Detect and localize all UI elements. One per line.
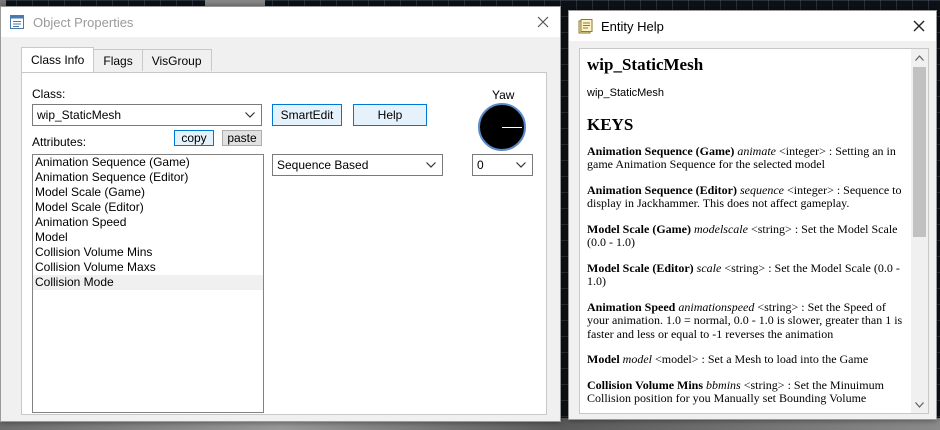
entry-type: <string> bbox=[743, 377, 785, 392]
entry-key: model bbox=[622, 352, 652, 366]
list-item[interactable]: Collision Volume Mins bbox=[33, 245, 263, 260]
help-document-pane[interactable]: wip_StaticMesh wip_StaticMesh KEYS Anima… bbox=[579, 48, 929, 414]
attribute-value-dropdown[interactable]: Sequence Based bbox=[272, 154, 443, 176]
object-properties-titlebar[interactable]: Object Properties bbox=[1, 7, 560, 37]
yaw-value: 0 bbox=[477, 158, 484, 172]
entry-name: Animation Speed bbox=[587, 299, 676, 314]
help-subheading: wip_StaticMesh bbox=[587, 87, 665, 99]
chevron-down-icon bbox=[425, 160, 437, 170]
list-item[interactable]: Collision Volume Maxs bbox=[33, 260, 263, 275]
entry-type: <string> bbox=[757, 299, 799, 314]
window-title: Entity Help bbox=[601, 18, 664, 34]
entry-name: Model bbox=[587, 352, 620, 366]
help-entry: Model model <model> : Set a Mesh to load… bbox=[587, 352, 905, 367]
entry-key: scale bbox=[696, 260, 722, 275]
yaw-label: Yaw bbox=[492, 88, 515, 102]
entry-name: Collision Volume Mins bbox=[587, 377, 704, 392]
help-entry: Model Scale (Game) modelscale <string> :… bbox=[587, 221, 905, 250]
help-entry: Animation Sequence (Editor) sequence <in… bbox=[587, 182, 905, 211]
entry-type: <string> bbox=[724, 260, 766, 275]
help-button[interactable]: Help bbox=[353, 104, 427, 126]
entry-key: sequence bbox=[740, 182, 784, 197]
paste-button[interactable]: paste bbox=[222, 130, 262, 146]
entity-help-window: Entity Help wip_StaticMesh wip_StaticMes… bbox=[568, 10, 937, 420]
entry-key: modelscale bbox=[693, 221, 748, 236]
tab-class-info[interactable]: Class Info bbox=[21, 47, 95, 72]
entry-type: <integer> bbox=[779, 143, 826, 158]
tab-visgroup[interactable]: VisGroup bbox=[141, 49, 212, 71]
entry-key: bbmins bbox=[706, 377, 741, 392]
entity-help-titlebar[interactable]: Entity Help bbox=[569, 11, 936, 41]
help-content: wip_StaticMesh wip_StaticMesh KEYS Anima… bbox=[587, 55, 905, 413]
entry-key: animate bbox=[737, 143, 776, 158]
class-dropdown-value: wip_StaticMesh bbox=[37, 108, 122, 122]
smartedit-button[interactable]: SmartEdit bbox=[272, 104, 342, 126]
list-item[interactable]: Model bbox=[33, 230, 263, 245]
scroll-down-arrow-icon[interactable] bbox=[911, 396, 928, 413]
entry-name: Model Scale (Editor) bbox=[587, 260, 694, 275]
window-title: Object Properties bbox=[33, 14, 134, 30]
list-item[interactable]: Model Scale (Editor) bbox=[33, 200, 263, 215]
entry-key: animationspeed bbox=[678, 299, 755, 314]
list-item-selected[interactable]: Collision Mode bbox=[33, 275, 263, 290]
list-item[interactable]: Animation Sequence (Game) bbox=[33, 155, 263, 170]
entry-type: <model> bbox=[655, 352, 699, 366]
chevron-down-icon bbox=[244, 110, 256, 120]
scroll-up-arrow-icon[interactable] bbox=[911, 49, 928, 66]
yaw-value-dropdown[interactable]: 0 bbox=[472, 154, 533, 176]
entry-type: <string> bbox=[750, 221, 792, 236]
chevron-down-icon bbox=[515, 160, 527, 170]
class-info-panel: Class: wip_StaticMesh SmartEdit Help Yaw… bbox=[21, 72, 547, 415]
entry-name: Animation Sequence (Editor) bbox=[587, 182, 737, 197]
help-scrollbar[interactable] bbox=[911, 49, 928, 413]
entry-name: Model Scale (Game) bbox=[587, 221, 691, 236]
list-item[interactable]: Animation Speed bbox=[33, 215, 263, 230]
entry-desc: : Set a Mesh to load into the Game bbox=[701, 352, 869, 366]
class-label: Class: bbox=[32, 87, 66, 101]
help-entry: Model Scale (Editor) scale <string> : Se… bbox=[587, 260, 905, 289]
keys-heading: KEYS bbox=[587, 114, 634, 134]
properties-window-icon bbox=[9, 14, 25, 30]
scrollbar-thumb[interactable] bbox=[913, 67, 926, 237]
attributes-list[interactable]: Animation Sequence (Game) Animation Sequ… bbox=[32, 154, 264, 413]
yaw-needle bbox=[502, 127, 522, 128]
entry-name: Animation Sequence (Game) bbox=[587, 143, 735, 158]
list-item[interactable]: Animation Sequence (Editor) bbox=[33, 170, 263, 185]
tab-strip: Class Info Flags VisGroup bbox=[21, 47, 212, 73]
yaw-angle-dial[interactable] bbox=[478, 103, 526, 151]
tab-flags[interactable]: Flags bbox=[93, 49, 143, 71]
list-item[interactable]: Model Scale (Game) bbox=[33, 185, 263, 200]
attributes-label: Attributes: bbox=[32, 135, 87, 149]
entry-type: <integer> bbox=[786, 182, 834, 197]
help-entry: Animation Sequence (Game) animate <integ… bbox=[587, 143, 905, 172]
copy-button[interactable]: copy bbox=[174, 130, 214, 146]
help-entry: Collision Volume Mins bbmins <string> : … bbox=[587, 377, 905, 406]
close-icon[interactable] bbox=[902, 11, 936, 41]
help-document-icon bbox=[577, 18, 593, 34]
class-dropdown[interactable]: wip_StaticMesh bbox=[32, 104, 262, 126]
help-heading: wip_StaticMesh bbox=[587, 55, 704, 74]
help-entry: Animation Speed animationspeed <string> … bbox=[587, 299, 905, 342]
attribute-value: Sequence Based bbox=[277, 158, 369, 172]
close-icon[interactable] bbox=[526, 7, 560, 37]
object-properties-window: Object Properties Class Info Flags VisGr… bbox=[0, 6, 561, 422]
